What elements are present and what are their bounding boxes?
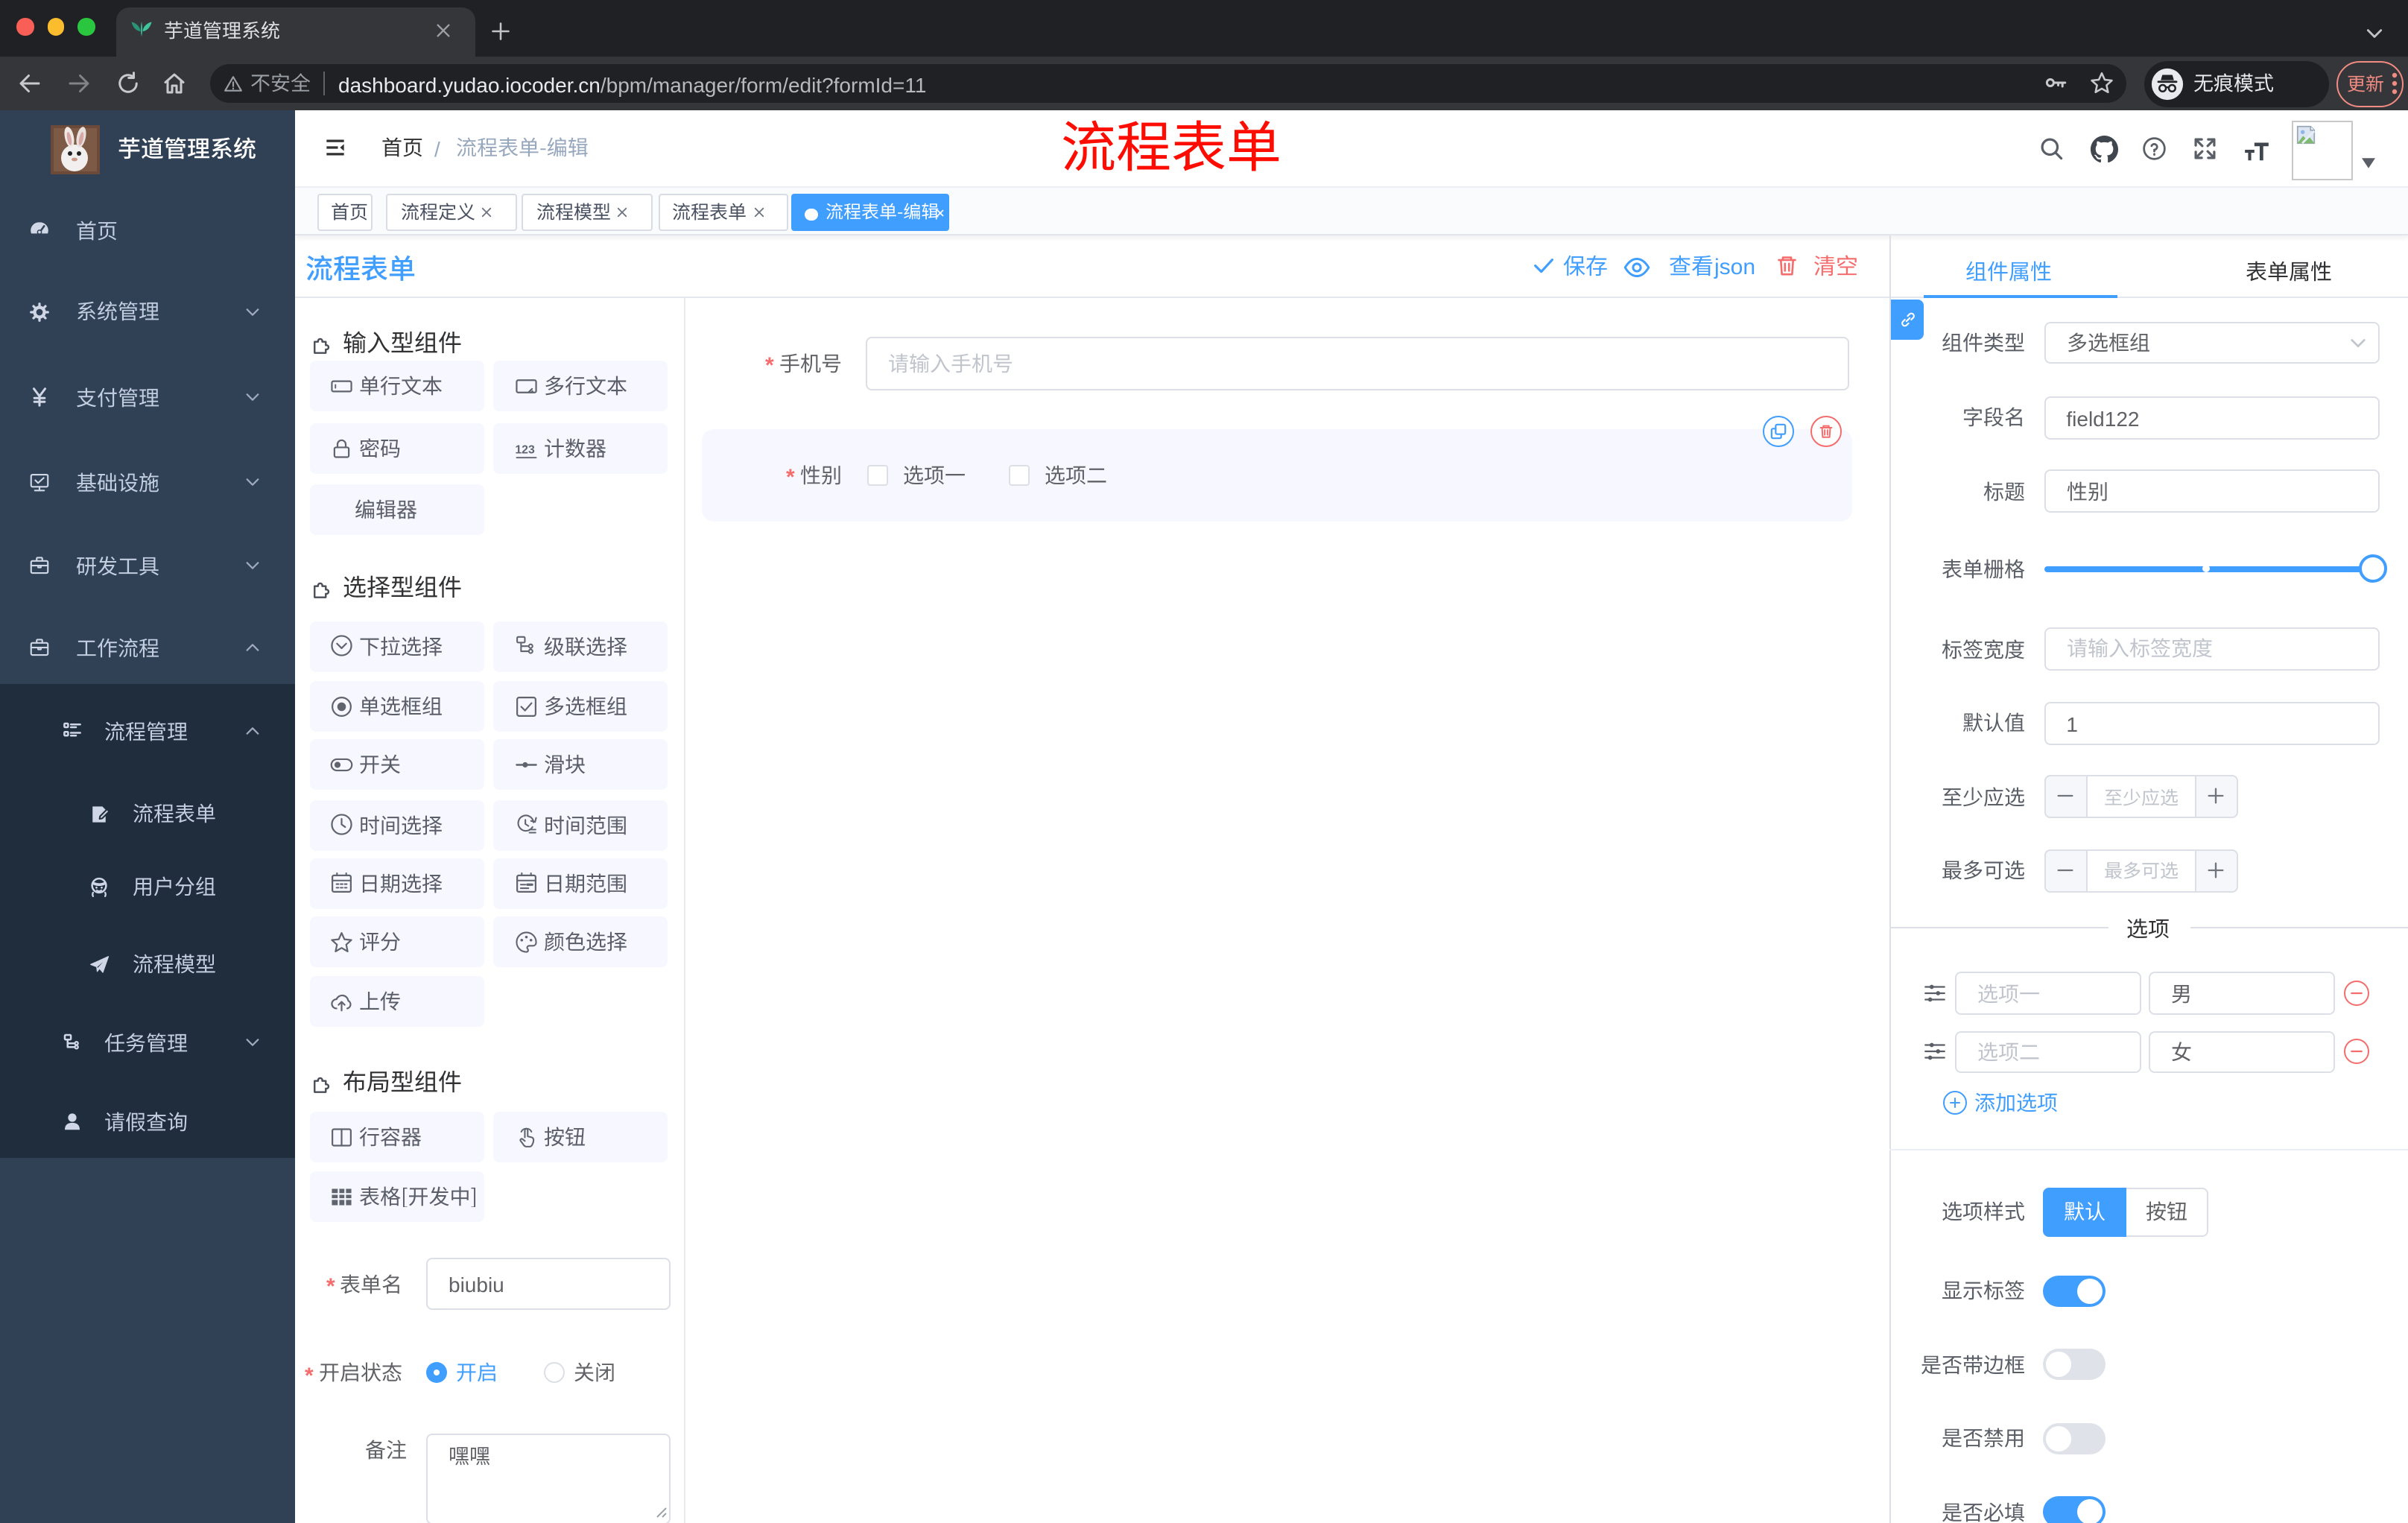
svg-text:123: 123 <box>514 443 534 456</box>
